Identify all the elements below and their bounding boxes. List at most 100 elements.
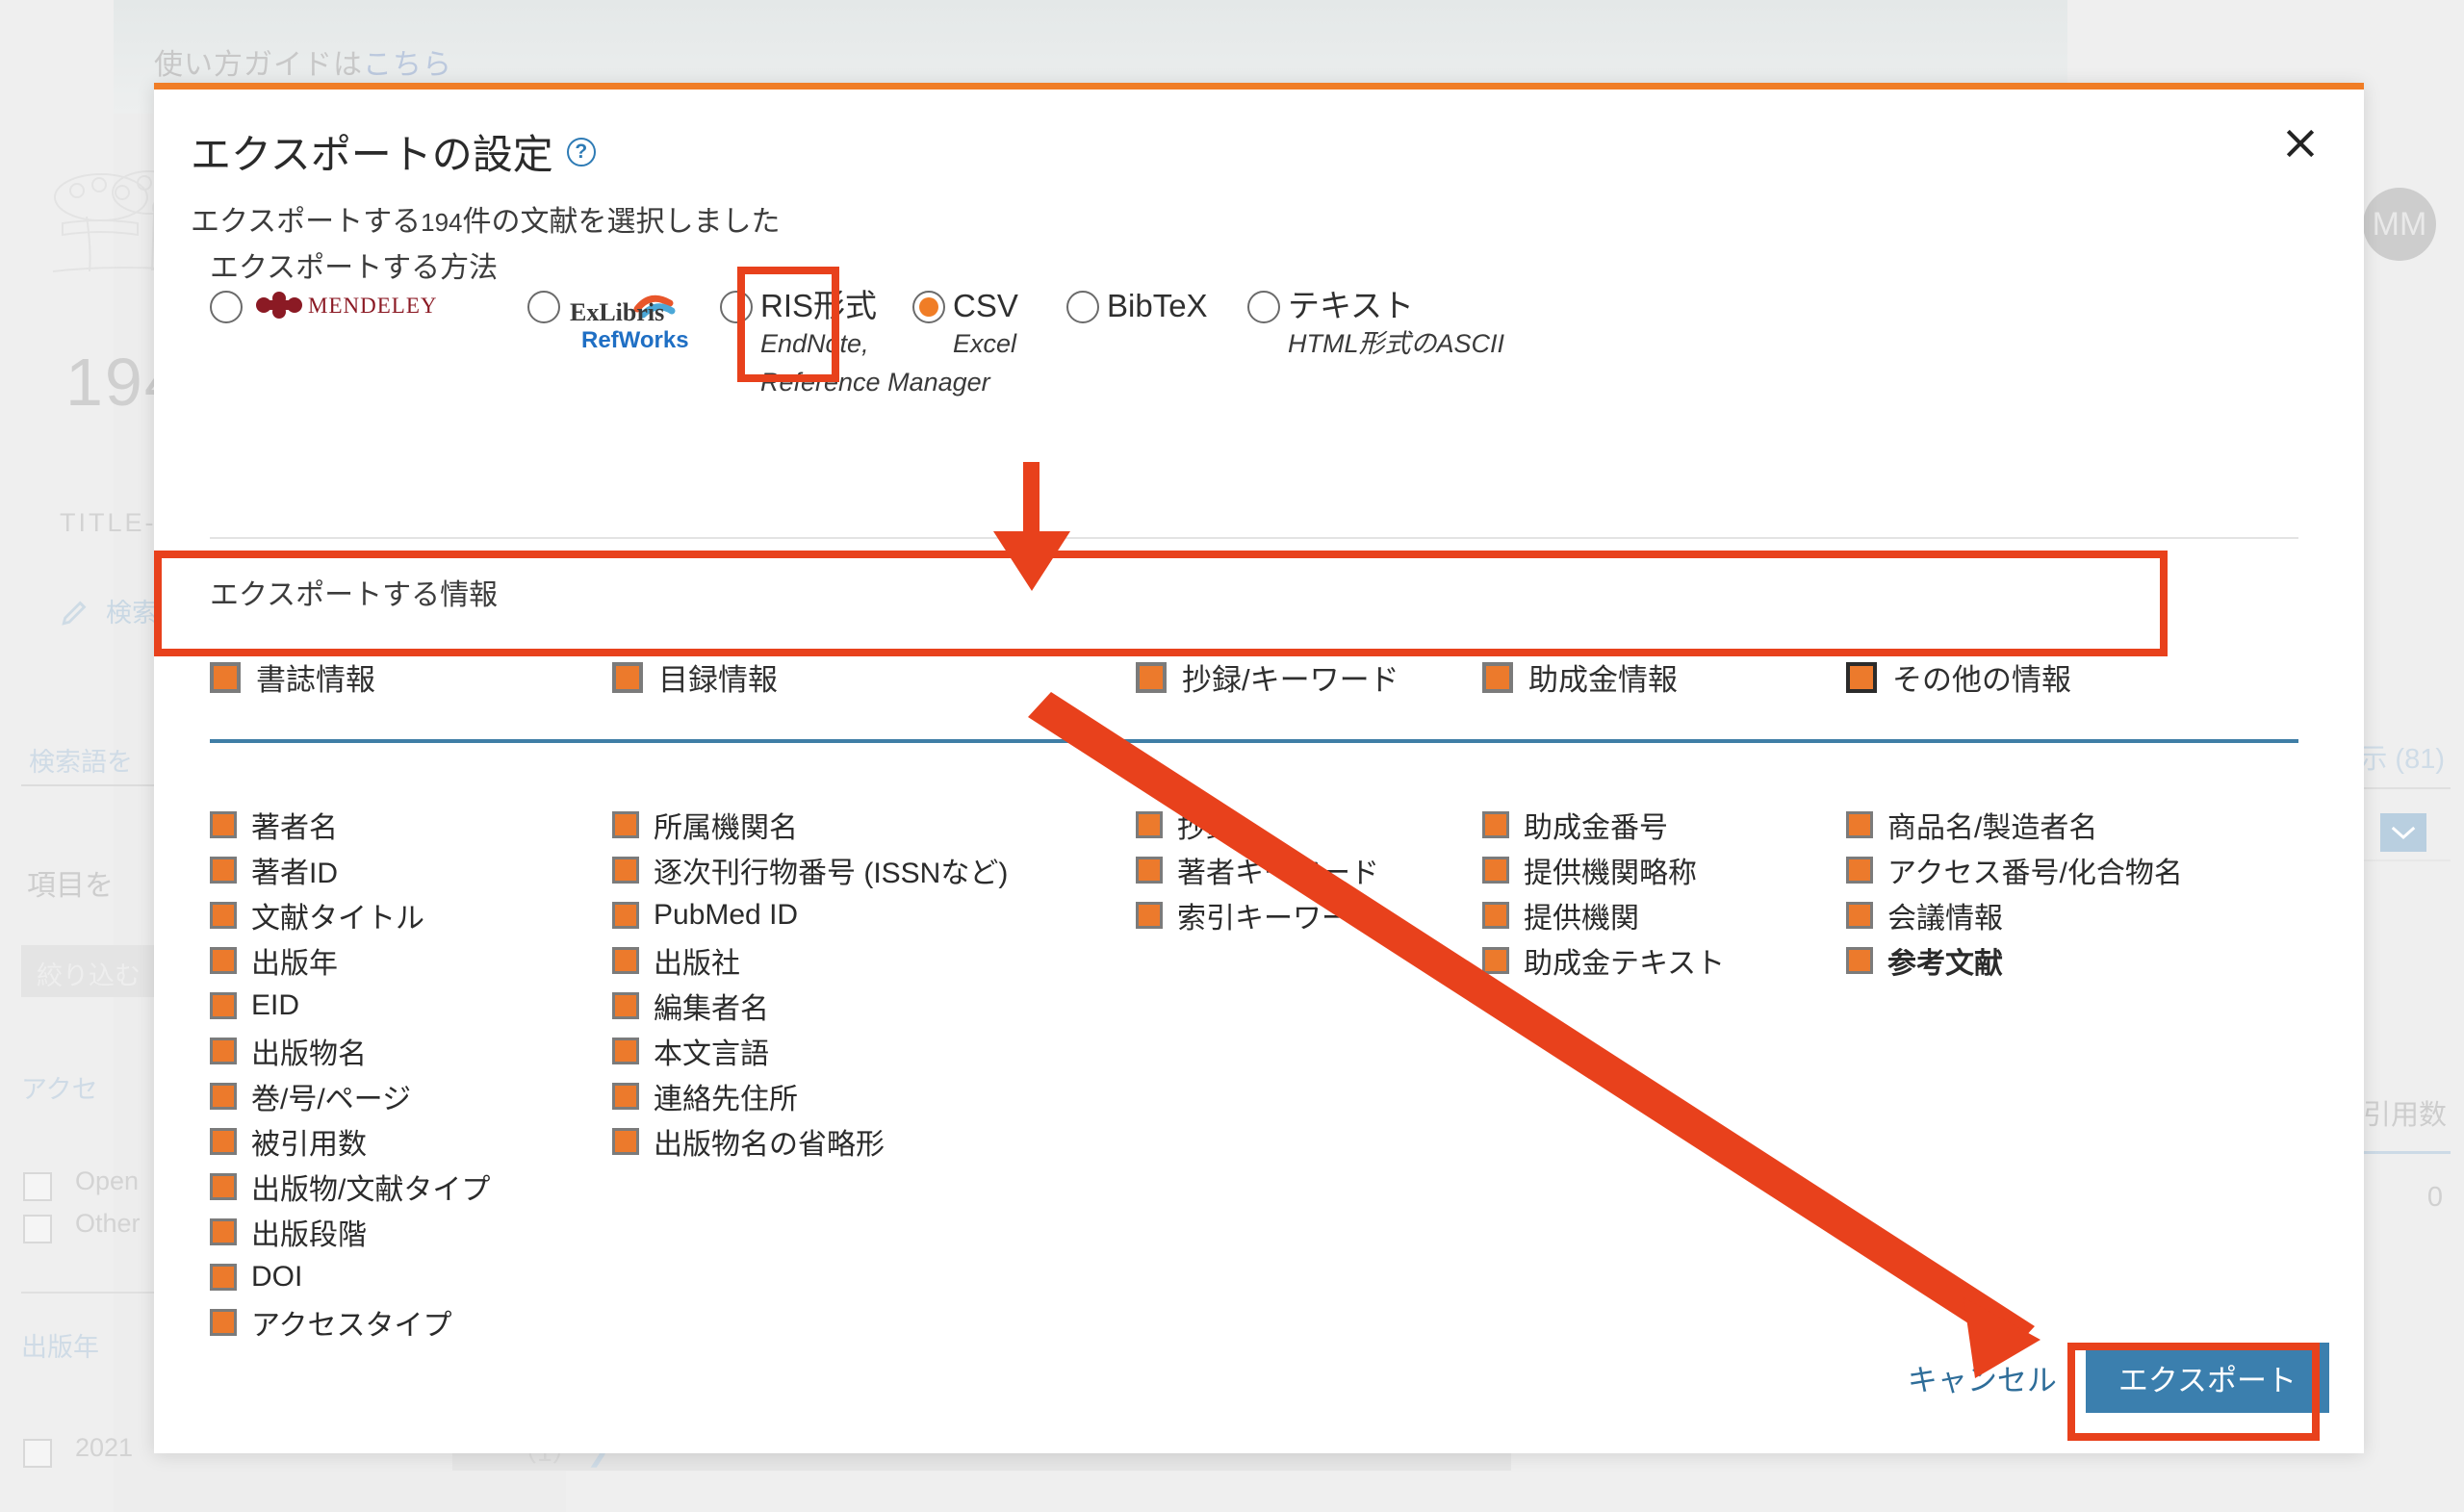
- radio-bibtex[interactable]: [1066, 291, 1099, 323]
- radio-option-bibtex[interactable]: BibTeX: [1066, 288, 1208, 324]
- category-funding[interactable]: 助成金情報: [1482, 655, 1678, 699]
- cancel-button[interactable]: キャンセル: [1908, 1356, 2057, 1399]
- field-label: アクセスタイプ: [251, 1309, 452, 1342]
- field-row[interactable]: 提供機関略称: [1482, 847, 1725, 892]
- checkbox-accession-chemical[interactable]: [1846, 856, 1873, 884]
- field-row[interactable]: 出版年: [210, 937, 490, 983]
- year-2021-checkbox[interactable]: [23, 1439, 52, 1468]
- checkbox-language[interactable]: [612, 1037, 639, 1064]
- checkbox-funding-number[interactable]: [1482, 810, 1509, 838]
- checkbox-publisher[interactable]: [612, 946, 639, 974]
- checkbox-catalog[interactable]: [612, 661, 643, 693]
- usage-guide-link[interactable]: こちら: [363, 49, 452, 81]
- checkbox-source-doc-type[interactable]: [210, 1172, 237, 1200]
- radio-option-csv[interactable]: CSV Excel: [912, 288, 1018, 363]
- checkbox-pubmed-id[interactable]: [612, 901, 639, 929]
- field-row[interactable]: 文献タイトル: [210, 892, 490, 937]
- field-row[interactable]: 参考文献: [1846, 937, 2183, 983]
- checkbox-affiliation[interactable]: [612, 810, 639, 838]
- radio-option-text[interactable]: テキスト HTML形式のASCII: [1247, 288, 1504, 363]
- checkbox-abbrev-source-title[interactable]: [612, 1127, 639, 1155]
- checkbox-access-type[interactable]: [210, 1308, 237, 1336]
- search-placeholder-text[interactable]: 検索語を: [29, 741, 133, 779]
- field-row[interactable]: 本文言語: [612, 1028, 1008, 1073]
- radio-csv[interactable]: [912, 291, 945, 323]
- field-row[interactable]: 著者ID: [210, 847, 490, 892]
- field-row[interactable]: 索引キーワード: [1136, 892, 1379, 937]
- field-row[interactable]: 著者名: [210, 802, 490, 847]
- radio-text[interactable]: [1247, 291, 1280, 323]
- radio-option-refworks[interactable]: ExLibris RefWorks: [527, 288, 698, 363]
- category-bibliographic[interactable]: 書誌情報: [210, 655, 375, 699]
- field-row[interactable]: 出版物/文献タイプ: [210, 1164, 490, 1209]
- field-row[interactable]: 商品名/製造者名: [1846, 802, 2183, 847]
- checkbox-source-title[interactable]: [210, 1037, 237, 1064]
- field-row[interactable]: アクセス番号/化合物名: [1846, 847, 2183, 892]
- field-row[interactable]: 著者キーワード: [1136, 847, 1379, 892]
- checkbox-funding-acronym[interactable]: [1482, 856, 1509, 884]
- field-row[interactable]: 出版段階: [210, 1209, 490, 1254]
- field-row[interactable]: 被引用数: [210, 1118, 490, 1164]
- checkbox-publication-stage[interactable]: [210, 1217, 237, 1245]
- checkbox-eid[interactable]: [210, 991, 237, 1019]
- field-row[interactable]: 逐次刊行物番号 (ISSNなど): [612, 847, 1008, 892]
- field-row[interactable]: EID: [210, 983, 490, 1028]
- avatar[interactable]: MM: [2363, 188, 2436, 261]
- checkbox-author-keywords[interactable]: [1136, 856, 1163, 884]
- field-row[interactable]: 出版物名: [210, 1028, 490, 1073]
- checkbox-other[interactable]: [1846, 661, 1877, 693]
- checkbox-bibliographic[interactable]: [210, 661, 241, 693]
- checkbox-doi[interactable]: [210, 1263, 237, 1291]
- field-row[interactable]: 助成金番号: [1482, 802, 1725, 847]
- field-row[interactable]: 出版物名の省略形: [612, 1118, 1008, 1164]
- category-abstract-keywords[interactable]: 抄録/キーワード: [1136, 655, 1399, 699]
- checkbox-doc-title[interactable]: [210, 901, 237, 929]
- radio-option-mendeley[interactable]: MENDELEY: [210, 288, 443, 326]
- checkbox-volume-issue-pages[interactable]: [210, 1082, 237, 1110]
- checkbox-correspondence-address[interactable]: [612, 1082, 639, 1110]
- checkbox-references[interactable]: [1846, 946, 1873, 974]
- field-row[interactable]: 出版社: [612, 937, 1008, 983]
- help-icon[interactable]: ?: [566, 137, 596, 167]
- field-label: 被引用数: [251, 1128, 367, 1161]
- field-label: 助成金番号: [1524, 811, 1668, 844]
- category-catalog[interactable]: 目録情報: [612, 655, 778, 699]
- checkbox-author-id[interactable]: [210, 856, 237, 884]
- category-other[interactable]: その他の情報: [1846, 655, 2071, 699]
- field-row[interactable]: アクセスタイプ: [210, 1299, 490, 1345]
- checkbox-abstract[interactable]: [1136, 810, 1163, 838]
- open-access-checkbox[interactable]: [23, 1172, 52, 1201]
- field-row[interactable]: 編集者名: [612, 983, 1008, 1028]
- checkbox-funding[interactable]: [1482, 661, 1513, 693]
- checkbox-editor[interactable]: [612, 991, 639, 1019]
- checkbox-funding-sponsor[interactable]: [1482, 901, 1509, 929]
- checkbox-index-keywords[interactable]: [1136, 901, 1163, 929]
- field-label: 出版物名: [251, 1038, 367, 1070]
- field-row[interactable]: 巻/号/ページ: [210, 1073, 490, 1118]
- edit-search-link[interactable]: 検索: [60, 592, 158, 629]
- checkbox-tradename-manufacturer[interactable]: [1846, 810, 1873, 838]
- checkbox-funding-text[interactable]: [1482, 946, 1509, 974]
- field-row[interactable]: 抄録: [1136, 802, 1379, 847]
- radio-mendeley[interactable]: [210, 291, 243, 323]
- checkbox-pub-year[interactable]: [210, 946, 237, 974]
- field-row[interactable]: 所属機関名: [612, 802, 1008, 847]
- checkbox-author-name[interactable]: [210, 810, 237, 838]
- field-row[interactable]: DOI: [210, 1254, 490, 1299]
- field-row[interactable]: 会議情報: [1846, 892, 2183, 937]
- usage-guide-text[interactable]: 使い方ガイドはこちら: [154, 40, 452, 83]
- checkbox-citation-count[interactable]: [210, 1127, 237, 1155]
- checkbox-abstract-keywords[interactable]: [1136, 661, 1167, 693]
- close-button[interactable]: [2273, 116, 2327, 170]
- field-row[interactable]: 連絡先住所: [612, 1073, 1008, 1118]
- chevron-down-icon: [2391, 826, 2416, 840]
- selection-summary: エクスポートする194件の文献を選択しました: [191, 197, 781, 240]
- field-row[interactable]: PubMed ID: [612, 892, 1008, 937]
- checkbox-issn[interactable]: [612, 856, 639, 884]
- field-row[interactable]: 提供機関: [1482, 892, 1725, 937]
- radio-refworks[interactable]: [527, 291, 560, 323]
- field-row[interactable]: 助成金テキスト: [1482, 937, 1725, 983]
- checkbox-conference-info[interactable]: [1846, 901, 1873, 929]
- other-access-checkbox[interactable]: [23, 1215, 52, 1243]
- expand-chevron-button[interactable]: [2380, 813, 2426, 852]
